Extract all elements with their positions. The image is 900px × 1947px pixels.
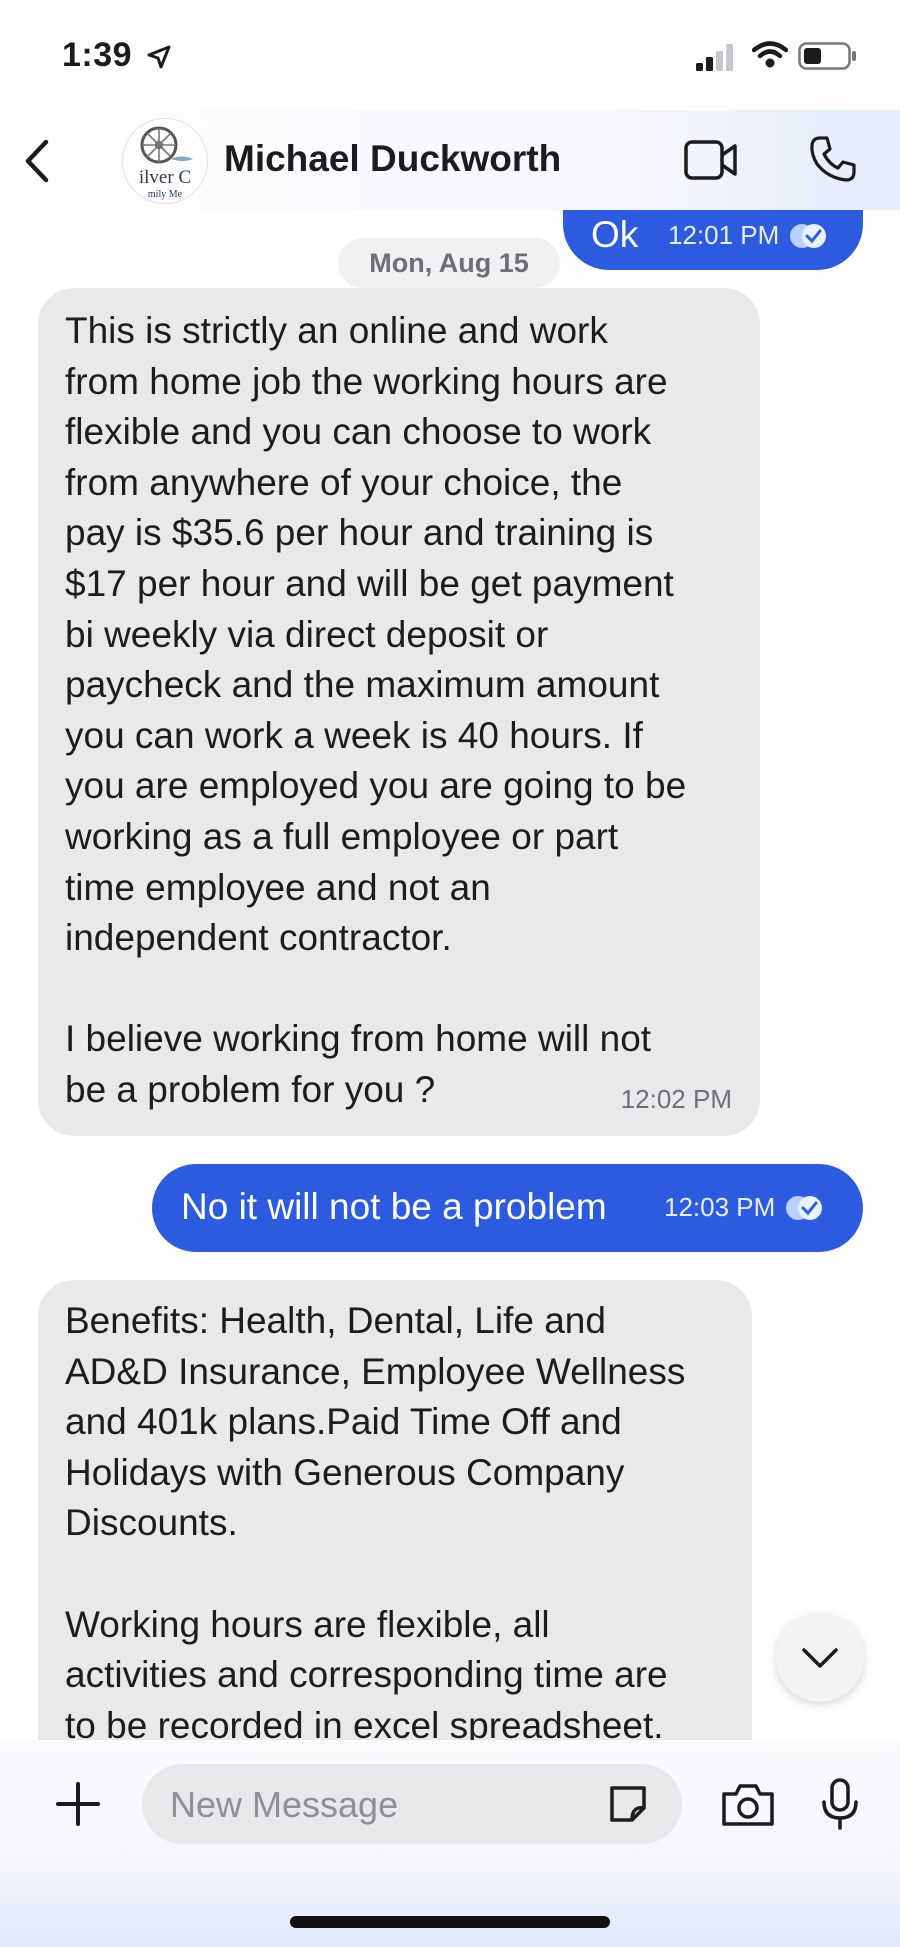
incoming-message[interactable]: This is strictly an online and work from… — [38, 288, 760, 1136]
avatar-subtext: mily Me — [147, 189, 183, 200]
message-time: 12:03 PM — [664, 1192, 776, 1222]
scroll-to-bottom-button[interactable] — [776, 1614, 864, 1702]
sticker-button[interactable] — [604, 1780, 652, 1828]
message-text: This is strictly an online and work from… — [65, 310, 687, 1110]
message-composer: New Message — [0, 1740, 900, 1947]
add-attachment-button[interactable] — [54, 1780, 102, 1828]
avatar-text: ilver C — [138, 167, 192, 188]
conversation-header: ilver C mily Me Michael Duckworth — [0, 110, 900, 210]
status-time: 1:39 — [62, 36, 133, 74]
message-text: Ok — [591, 214, 639, 255]
message-thread[interactable]: Ok 12:01 PM Mon, Aug 15 This is strictly… — [0, 210, 900, 1740]
read-receipt-icon — [790, 223, 827, 248]
outgoing-message[interactable]: No it will not be a problem 12:03 PM — [152, 1164, 863, 1252]
contact-name[interactable]: Michael Duckworth — [224, 138, 561, 180]
message-input-placeholder: New Message — [170, 1784, 399, 1825]
location-arrow-icon — [147, 45, 171, 69]
message-time: 12:01 PM — [668, 220, 780, 250]
phone-call-button[interactable] — [808, 134, 858, 184]
incoming-message[interactable]: Benefits: Health, Dental, Life and AD&D … — [38, 1280, 752, 1740]
contact-avatar[interactable]: ilver C mily Me — [122, 118, 208, 204]
message-text: Benefits: Health, Dental, Life and AD&D … — [65, 1300, 686, 1740]
message-input[interactable]: New Message — [142, 1764, 682, 1844]
microphone-button[interactable] — [820, 1778, 860, 1832]
outgoing-message[interactable]: Ok 12:01 PM — [563, 210, 863, 270]
back-button[interactable] — [16, 136, 60, 186]
wifi-icon — [752, 41, 788, 68]
read-receipt-icon — [786, 1195, 823, 1220]
message-meta: 12:03 PM — [664, 1192, 825, 1223]
message-meta: 12:01 PM — [668, 220, 829, 251]
chevron-down-icon — [802, 1648, 838, 1668]
status-bar: 1:39 — [0, 0, 900, 110]
cellular-signal-icon — [696, 44, 733, 71]
video-call-button[interactable] — [684, 138, 738, 182]
camera-button[interactable] — [720, 1782, 776, 1828]
message-time: 12:02 PM — [620, 1084, 732, 1114]
message-text: No it will not be a problem — [181, 1186, 607, 1227]
date-separator: Mon, Aug 15 — [338, 238, 560, 288]
home-indicator — [290, 1916, 610, 1928]
battery-icon — [798, 42, 856, 70]
